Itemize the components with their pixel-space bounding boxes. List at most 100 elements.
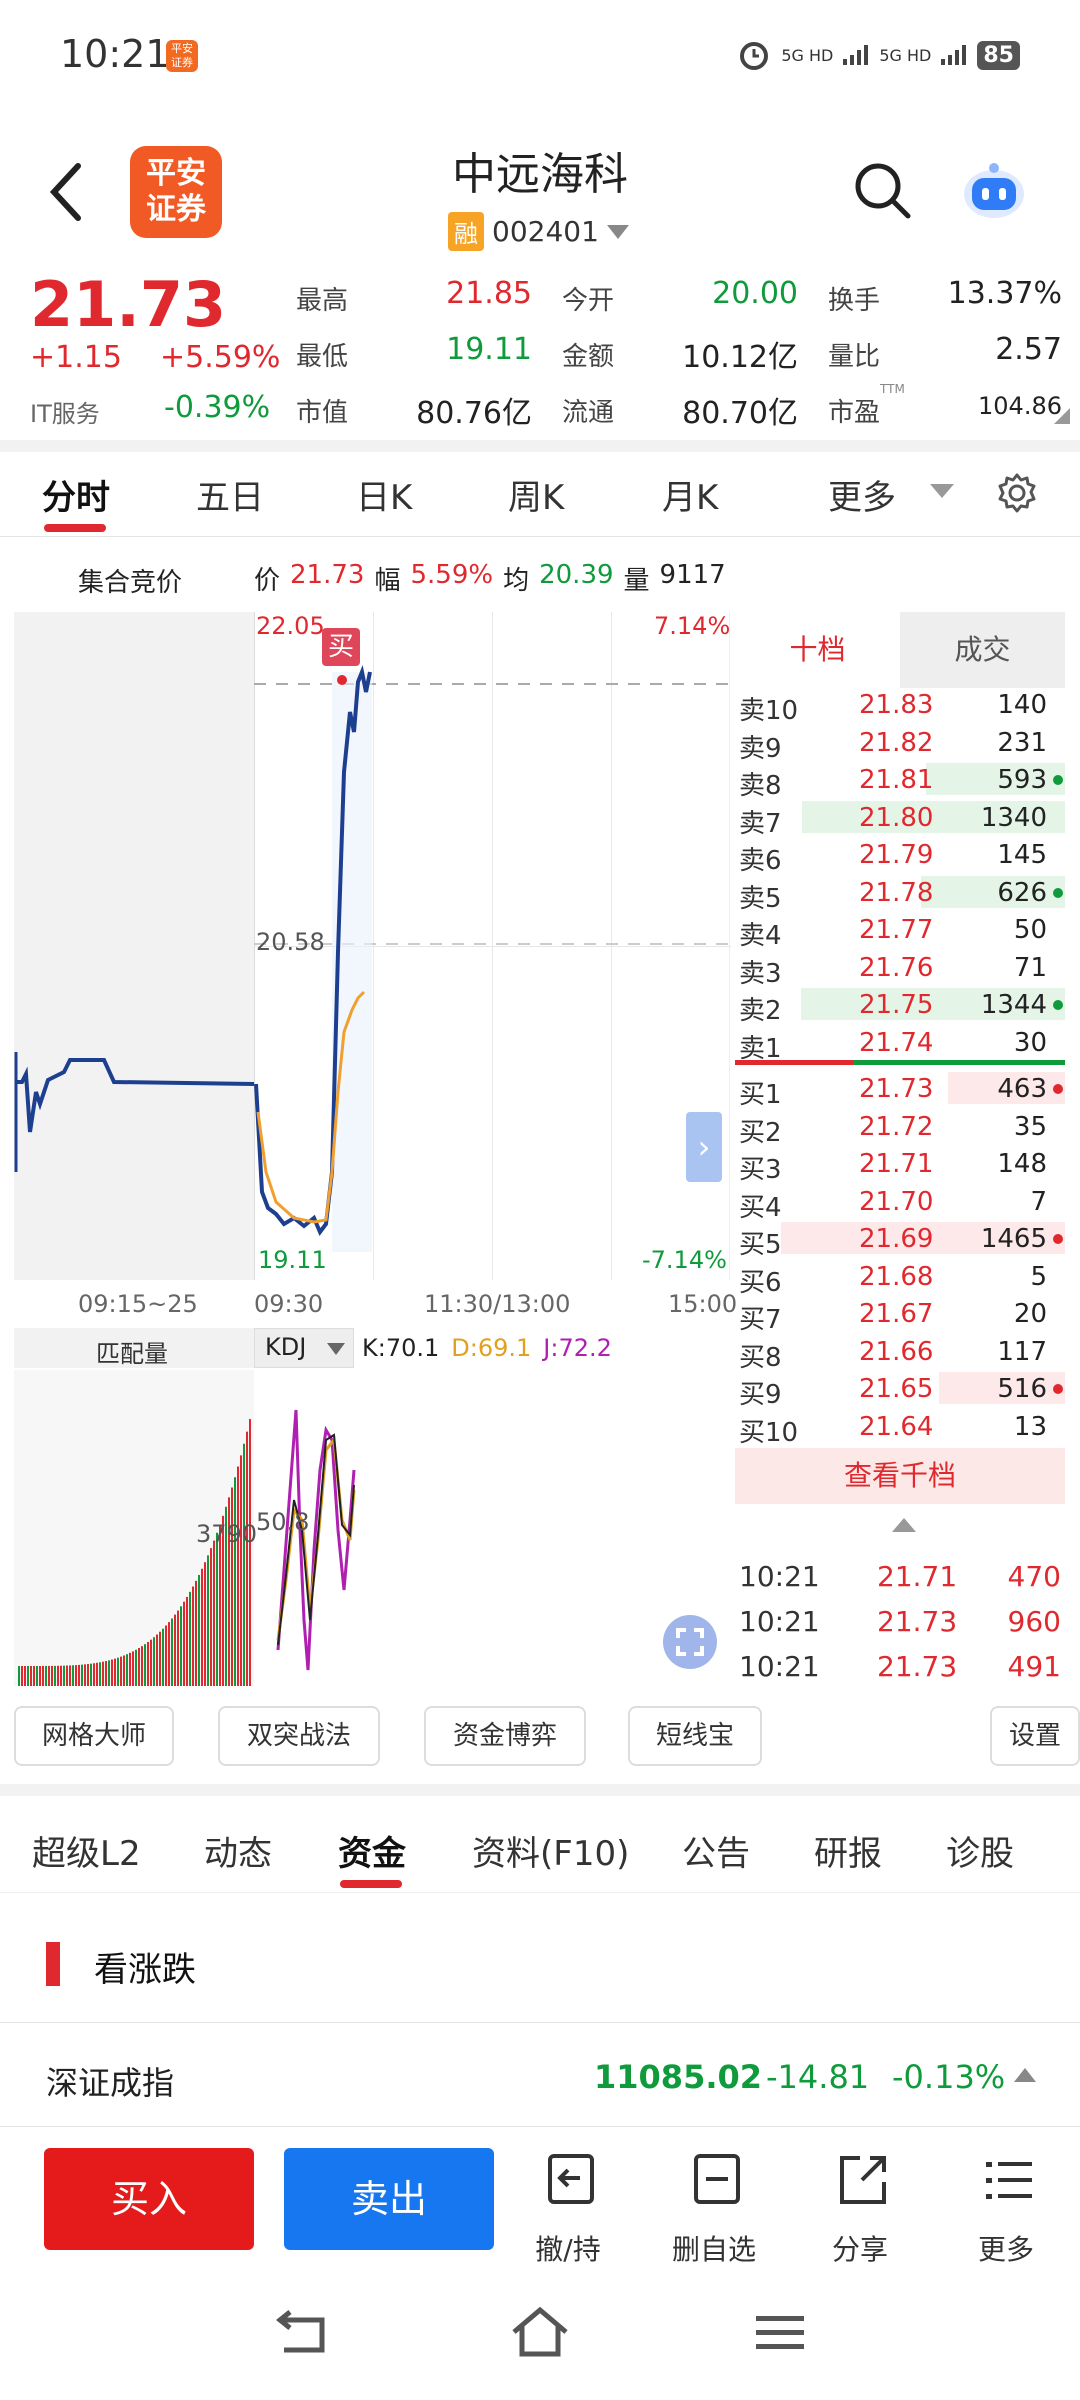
- sector-label[interactable]: IT服务: [30, 394, 100, 429]
- match-volume-bar: [111, 1659, 113, 1686]
- bid-row[interactable]: 买3 21.71 148: [735, 1145, 1065, 1185]
- fullscreen-icon[interactable]: [662, 1614, 718, 1670]
- level-price: 21.78: [859, 877, 934, 908]
- tab-super-l2[interactable]: 超级L2: [32, 1826, 141, 1875]
- ask-bid-divider-green: [853, 1060, 1065, 1065]
- level-label: 买2: [739, 1117, 782, 1148]
- tab-daily-k[interactable]: 日K: [356, 470, 412, 519]
- alarm-icon: [740, 42, 769, 70]
- nav-home-icon[interactable]: [508, 2306, 572, 2358]
- green-dot-icon: [1053, 775, 1063, 785]
- sell-button[interactable]: 卖出: [284, 2148, 494, 2250]
- grid-master-button[interactable]: 网格大师: [14, 1706, 174, 1766]
- match-volume-bar: [54, 1665, 56, 1686]
- ask-row[interactable]: 卖9 21.82 231: [735, 724, 1065, 764]
- level-volume: 50: [1013, 915, 1047, 945]
- kdj-k: K:70.1: [362, 1334, 440, 1362]
- more-label: 更多: [977, 2233, 1034, 2266]
- match-volume-bar: [57, 1665, 59, 1686]
- level-price: 21.77: [859, 915, 934, 945]
- indicator-selector[interactable]: KDJ: [254, 1328, 354, 1368]
- market-cap-value: 80.76亿: [416, 396, 532, 431]
- level-price: 21.75: [859, 990, 934, 1020]
- tab-capital[interactable]: 资金: [338, 1826, 406, 1875]
- more-button[interactable]: 更多: [956, 2152, 1056, 2266]
- ask-row[interactable]: 卖8 21.81 593: [735, 761, 1065, 801]
- tab-trades[interactable]: 成交: [900, 612, 1065, 688]
- info-price-label: 价: [254, 566, 281, 596]
- expand-up-icon[interactable]: [1014, 2068, 1036, 2082]
- expand-orderbook-button[interactable]: ›: [686, 1112, 722, 1182]
- tab-five-day[interactable]: 五日: [196, 470, 264, 519]
- nav-back-icon[interactable]: [270, 2310, 330, 2358]
- search-icon[interactable]: [852, 160, 912, 220]
- match-volume-bar: [171, 1618, 173, 1686]
- tab-monthly-k[interactable]: 月K: [662, 470, 718, 519]
- bid-row[interactable]: 买7 21.67 20: [735, 1295, 1065, 1335]
- info-price: 21.73: [290, 560, 365, 590]
- ask-row[interactable]: 卖10 21.83 140: [735, 686, 1065, 726]
- double-breakout-button[interactable]: 双突战法: [218, 1706, 380, 1766]
- ask-row[interactable]: 卖7 21.80 1340: [735, 799, 1065, 839]
- ask-row[interactable]: 卖1 21.74 30: [735, 1024, 1065, 1064]
- view-thousand-levels-button[interactable]: 查看千档: [735, 1448, 1065, 1504]
- ask-row[interactable]: 卖3 21.76 71: [735, 949, 1065, 989]
- bid-row[interactable]: 买5 21.69 1465: [735, 1220, 1065, 1260]
- match-volume-bar: [153, 1637, 155, 1686]
- tab-intraday[interactable]: 分时: [42, 470, 110, 519]
- bid-row[interactable]: 买9 21.65 516: [735, 1370, 1065, 1410]
- buy-marker[interactable]: 买: [322, 628, 360, 666]
- tab-news[interactable]: 动态: [204, 1826, 272, 1875]
- match-volume-bar: [102, 1661, 104, 1686]
- bid-row[interactable]: 买2 21.72 35: [735, 1108, 1065, 1148]
- short-term-button[interactable]: 短线宝: [628, 1706, 762, 1766]
- ask-row[interactable]: 卖6 21.79 145: [735, 836, 1065, 876]
- match-volume-bar: [123, 1655, 125, 1686]
- tab-announcements[interactable]: 公告: [682, 1826, 750, 1875]
- nav-menu-icon[interactable]: [754, 2310, 806, 2354]
- bid-row[interactable]: 买6 21.68 5: [735, 1258, 1065, 1298]
- level-volume: 71: [1013, 952, 1047, 983]
- robot-assistant-icon[interactable]: [958, 160, 1030, 222]
- stock-code-selector[interactable]: 融 002401: [448, 212, 629, 251]
- share-button[interactable]: 分享: [810, 2152, 910, 2266]
- collapse-icon[interactable]: [892, 1518, 916, 1532]
- settings-gear-icon[interactable]: [996, 472, 1038, 514]
- match-volume-label: 匹配量: [96, 1340, 168, 1368]
- tab-research[interactable]: 研报: [814, 1826, 882, 1875]
- ask-row[interactable]: 卖4 21.77 50: [735, 911, 1065, 951]
- trade-time: 10:21: [739, 1560, 820, 1593]
- level-price: 21.68: [859, 1261, 934, 1292]
- index-name[interactable]: 深证成指: [46, 2058, 174, 2104]
- capital-game-button[interactable]: 资金博弈: [424, 1706, 586, 1766]
- bid-row[interactable]: 买10 21.64 13: [735, 1408, 1065, 1448]
- ask-row[interactable]: 卖5 21.78 626: [735, 874, 1065, 914]
- tools-settings-button[interactable]: 设置: [990, 1706, 1080, 1766]
- tab-ten-levels[interactable]: 十档: [735, 612, 900, 688]
- ask-row[interactable]: 卖2 21.75 1344: [735, 986, 1065, 1026]
- match-volume-bar: [138, 1648, 140, 1686]
- cancel-hold-button[interactable]: 撤/持: [518, 2152, 618, 2266]
- tab-weekly-k[interactable]: 周K: [508, 470, 564, 519]
- tab-f10[interactable]: 资料(F10): [472, 1826, 629, 1875]
- buy-button[interactable]: 买入: [44, 2148, 254, 2250]
- time-label-open: 09:30: [254, 1290, 324, 1318]
- index-change: -14.81: [766, 2058, 870, 2096]
- level-price: 21.67: [859, 1299, 934, 1329]
- amount-label: 金额: [562, 342, 615, 372]
- match-volume-bar: [207, 1555, 209, 1686]
- remove-favorite-button[interactable]: 删自选: [664, 2152, 764, 2266]
- tab-more[interactable]: 更多: [828, 470, 896, 519]
- match-volume-bar: [21, 1666, 23, 1686]
- match-volume-bar: [162, 1628, 164, 1686]
- info-avg-label: 均: [503, 566, 530, 596]
- level-label: 卖8: [739, 771, 782, 801]
- tab-diagnosis[interactable]: 诊股: [946, 1826, 1014, 1875]
- match-volume-bar: [213, 1540, 215, 1686]
- bid-row[interactable]: 买4 21.70 7: [735, 1183, 1065, 1223]
- match-volume-bar: [36, 1665, 38, 1686]
- bid-row[interactable]: 买8 21.66 117: [735, 1333, 1065, 1373]
- level-volume: 626: [997, 877, 1047, 908]
- level-price: 21.64: [859, 1411, 934, 1442]
- bid-row[interactable]: 买1 21.73 463: [735, 1070, 1065, 1110]
